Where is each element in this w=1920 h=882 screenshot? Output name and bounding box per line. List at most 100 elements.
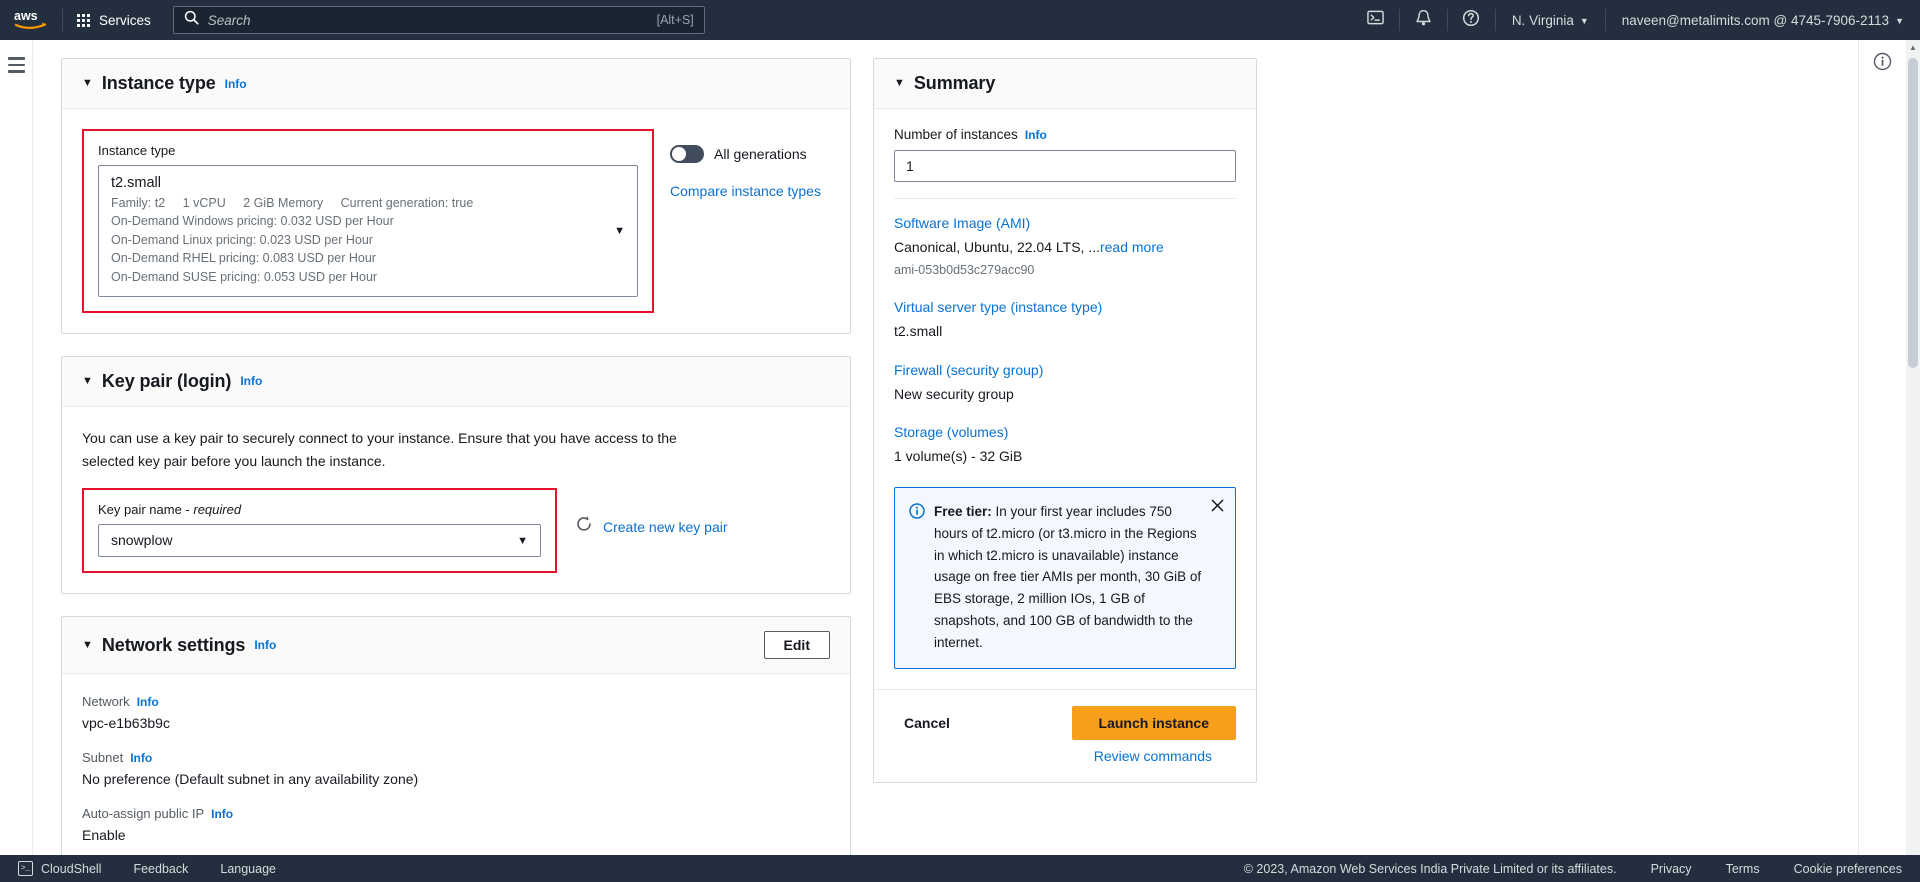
instance-family: Family: t2 xyxy=(111,196,166,210)
footer-language-link[interactable]: Language xyxy=(220,862,276,876)
cloudshell-icon xyxy=(1367,9,1384,31)
aws-logo[interactable]: aws xyxy=(0,0,62,40)
pricing-linux: On-Demand Linux pricing: 0.023 USD per H… xyxy=(111,232,373,247)
auto-assign-ip-label-text: Auto-assign public IP xyxy=(82,806,205,822)
summary-column: ▼ Summary Number of instances Info Softw… xyxy=(873,58,1257,882)
info-circle-icon[interactable] xyxy=(1873,52,1892,882)
number-of-instances-input[interactable] xyxy=(894,150,1236,182)
hamburger-menu-icon[interactable] xyxy=(7,54,25,76)
footer-copyright: © 2023, Amazon Web Services India Privat… xyxy=(1243,861,1617,876)
compare-instance-types-link[interactable]: Compare instance types xyxy=(670,183,821,199)
virtual-server-type-link[interactable]: Virtual server type (instance type) xyxy=(894,299,1236,315)
network-label: Network Info xyxy=(82,694,830,709)
summary-item-instance-type: Virtual server type (instance type) t2.s… xyxy=(894,299,1236,342)
footer-feedback-link[interactable]: Feedback xyxy=(133,862,188,876)
refresh-icon[interactable] xyxy=(575,515,593,538)
instance-type-select[interactable]: t2.small Family: t2 1 vCPU 2 GiB Memory … xyxy=(98,165,638,297)
network-value: vpc-e1b63b9c xyxy=(82,715,170,732)
network-settings-title: Network settings xyxy=(101,634,246,655)
instance-type-selected-name: t2.small xyxy=(111,175,161,191)
cancel-button[interactable]: Cancel xyxy=(894,710,960,736)
collapse-caret-icon[interactable]: ▼ xyxy=(82,78,93,89)
divider xyxy=(894,198,1236,199)
account-menu[interactable]: naveen@metalimits.com @ 4745-7906-2113 ▼ xyxy=(1606,0,1920,40)
instance-vcpu: 1 vCPU xyxy=(182,196,226,210)
network-header-left: ▼ Network settings Info xyxy=(82,635,276,656)
instance-memory: 2 GiB Memory xyxy=(243,196,324,210)
auto-assign-ip-label: Auto-assign public IP Info xyxy=(82,806,830,821)
collapse-caret-icon[interactable]: ▼ xyxy=(82,375,93,387)
scrollbar-thumb[interactable] xyxy=(1908,58,1918,368)
storage-volumes-link[interactable]: Storage (volumes) xyxy=(894,424,1236,440)
launch-instance-button[interactable]: Launch instance xyxy=(1071,705,1236,740)
all-generations-toggle[interactable]: All generations xyxy=(670,145,821,163)
footer-cookie-preferences-link[interactable]: Cookie preferences xyxy=(1794,862,1902,876)
footer-privacy-link[interactable]: Privacy xyxy=(1651,862,1692,876)
services-menu-button[interactable]: Services xyxy=(63,0,165,40)
close-icon[interactable] xyxy=(1209,498,1225,514)
network-label-text: Network xyxy=(82,694,130,710)
footer-cloudshell-button[interactable]: >_ CloudShell xyxy=(18,861,101,876)
key-pair-description: You can use a key pair to securely conne… xyxy=(82,429,677,469)
instance-type-info-link[interactable]: Info xyxy=(225,77,247,91)
region-selector[interactable]: N. Virginia ▼ xyxy=(1496,0,1605,40)
free-tier-body: In your first year includes 750 hours of… xyxy=(934,503,1202,651)
instance-type-field-label: Instance type xyxy=(98,143,176,158)
right-help-rail xyxy=(1858,40,1906,882)
create-new-key-pair-link[interactable]: Create new key pair xyxy=(603,519,728,535)
key-pair-title: Key pair (login) xyxy=(101,370,232,391)
chevron-down-icon: ▼ xyxy=(517,534,528,547)
help-button[interactable] xyxy=(1448,0,1495,40)
firewall-security-group-link[interactable]: Firewall (security group) xyxy=(894,362,1236,378)
top-navigation-bar: aws Services [Alt+S] xyxy=(0,0,1920,40)
network-settings-body: Network Info vpc-e1b63b9c Subnet Info No… xyxy=(62,674,850,882)
subnet-info-link[interactable]: Info xyxy=(130,751,152,765)
footer-right-group: © 2023, Amazon Web Services India Privat… xyxy=(1244,862,1902,876)
summary-item-storage: Storage (volumes) 1 volume(s) - 32 GiB xyxy=(894,424,1236,467)
storage-volumes-value: 1 volume(s) - 32 GiB xyxy=(894,448,1023,465)
summary-item-ami: Software Image (AMI) Canonical, Ubuntu, … xyxy=(894,215,1236,279)
notifications-button[interactable] xyxy=(1400,0,1447,40)
key-pair-header: ▼ Key pair (login) Info xyxy=(62,356,850,407)
key-pair-select[interactable]: snowplow ▼ xyxy=(98,524,541,558)
scroll-up-arrow-icon[interactable]: ▲ xyxy=(1906,40,1920,54)
collapse-caret-icon[interactable]: ▼ xyxy=(894,78,905,89)
help-circle-icon xyxy=(1462,9,1480,32)
pricing-suse: On-Demand SUSE pricing: 0.053 USD per Ho… xyxy=(111,269,378,284)
review-commands-link[interactable]: Review commands xyxy=(1094,748,1236,764)
software-image-ami-link[interactable]: Software Image (AMI) xyxy=(894,215,1236,231)
number-of-instances-info-link[interactable]: Info xyxy=(1025,128,1047,142)
software-image-ami-value: Canonical, Ubuntu, 22.04 LTS, ...read mo… xyxy=(894,238,1236,279)
subnet-value: No preference (Default subnet in any ava… xyxy=(82,771,419,788)
search-shortcut-hint: [Alt+S] xyxy=(656,13,694,27)
instance-current-generation: Current generation: true xyxy=(340,196,474,210)
network-settings-info-link[interactable]: Info xyxy=(254,638,276,652)
launch-form-column: ▼ Instance type Info Instance type t2.sm… xyxy=(61,58,851,882)
key-pair-info-link[interactable]: Info xyxy=(240,374,262,388)
network-field-auto-assign-ip: Auto-assign public IP Info Enable xyxy=(82,806,830,843)
network-field-subnet: Subnet Info No preference (Default subne… xyxy=(82,750,830,787)
services-label: Services xyxy=(99,12,151,28)
number-of-instances-label-text: Number of instances xyxy=(894,127,1018,142)
toggle-switch-icon xyxy=(670,145,704,163)
cloudshell-launch-button[interactable] xyxy=(1352,0,1399,40)
footer-terms-link[interactable]: Terms xyxy=(1726,862,1760,876)
svg-text:aws: aws xyxy=(14,9,38,23)
collapse-caret-icon[interactable]: ▼ xyxy=(82,639,93,651)
page-container: ▼ Instance type Info Instance type t2.sm… xyxy=(0,40,1920,882)
global-search-box[interactable]: [Alt+S] xyxy=(172,6,705,34)
edit-network-settings-button[interactable]: Edit xyxy=(763,631,830,660)
key-pair-body: You can use a key pair to securely conne… xyxy=(62,407,850,593)
key-pair-label-text: Key pair name - xyxy=(98,502,194,518)
network-info-link[interactable]: Info xyxy=(137,695,159,709)
read-more-link[interactable]: read more xyxy=(1100,239,1164,255)
summary-header: ▼ Summary xyxy=(874,59,1256,109)
summary-title: Summary xyxy=(913,73,996,93)
summary-card: ▼ Summary Number of instances Info Softw… xyxy=(873,58,1257,783)
number-of-instances-label: Number of instances Info xyxy=(894,127,1236,142)
page-scrollbar[interactable]: ▲ xyxy=(1906,40,1920,882)
search-input[interactable] xyxy=(207,12,648,28)
key-pair-selected-value: snowplow xyxy=(111,532,173,549)
auto-assign-ip-info-link[interactable]: Info xyxy=(211,807,233,821)
info-circle-icon xyxy=(909,503,925,654)
